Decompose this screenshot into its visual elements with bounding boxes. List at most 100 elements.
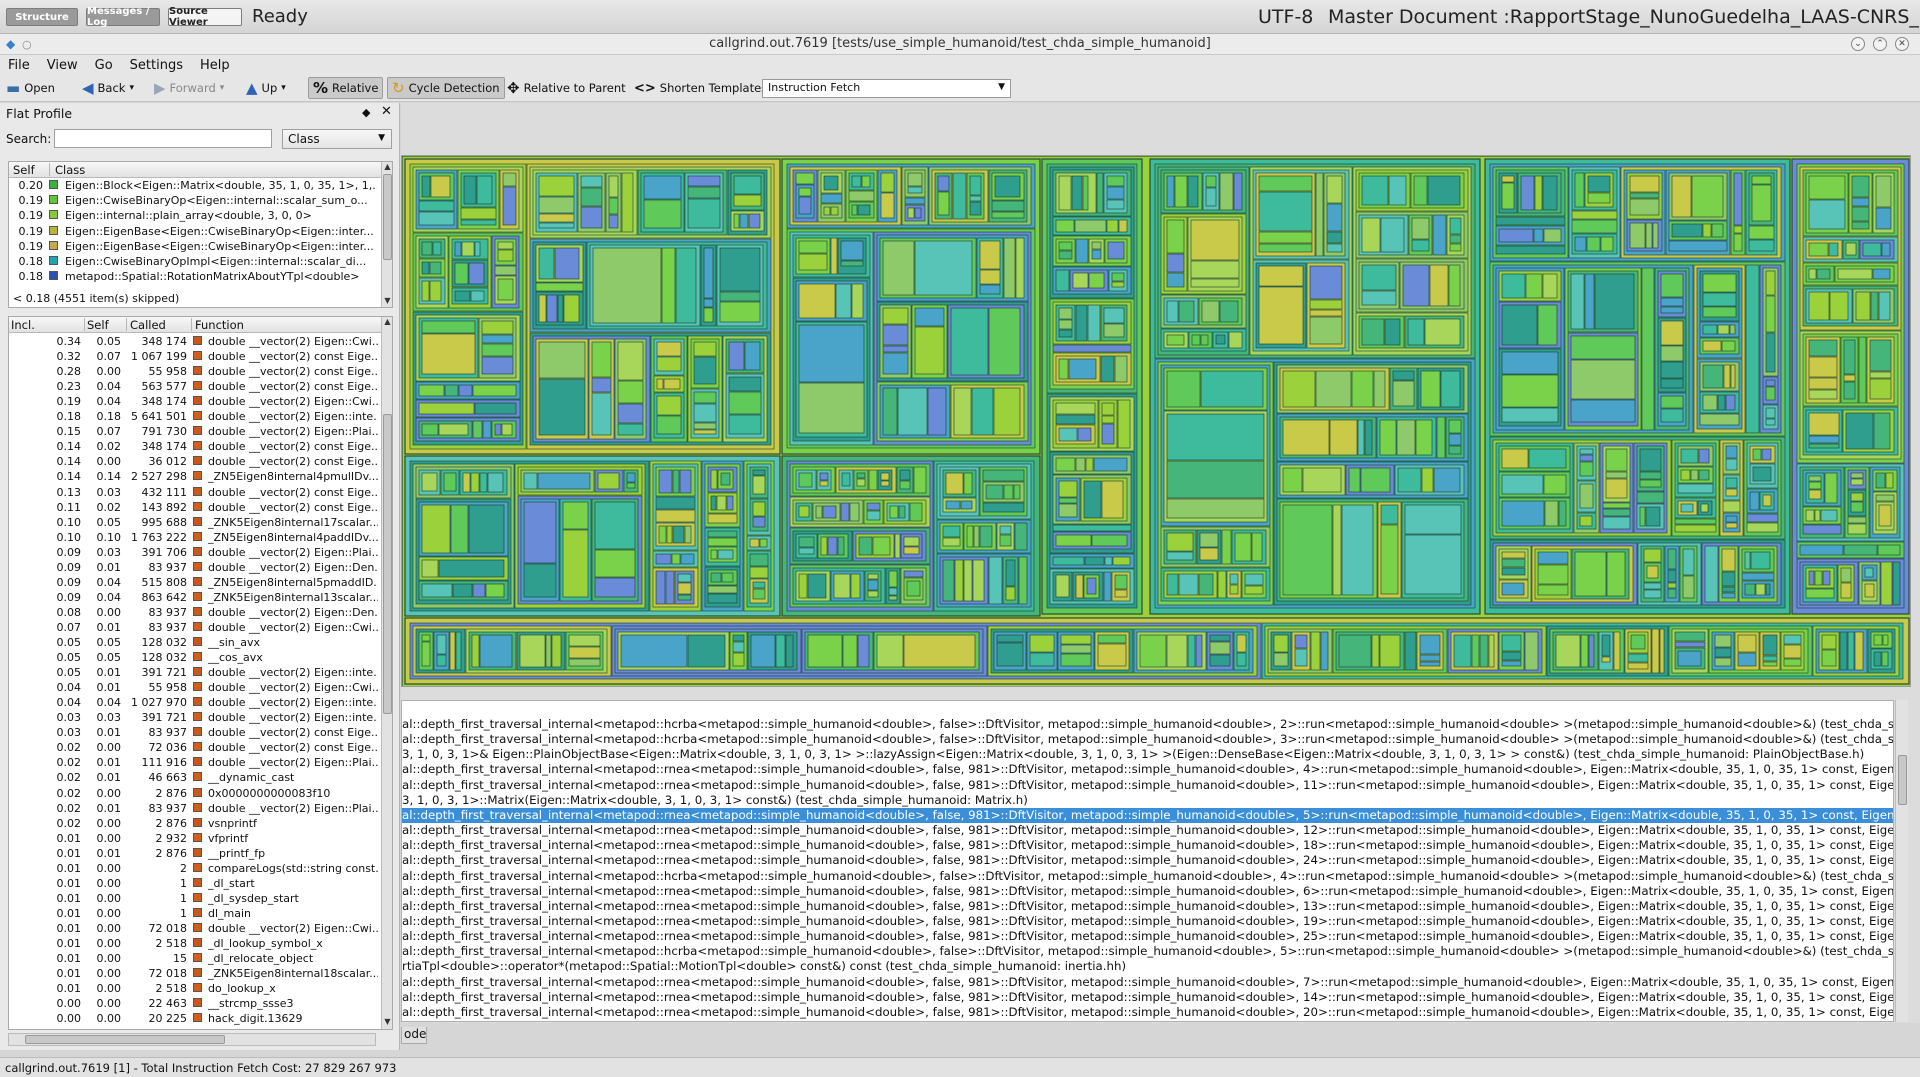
treemap-cell[interactable] [1392,370,1415,381]
treemap-cell[interactable] [656,395,682,416]
treemap-cell[interactable] [1875,207,1892,230]
treemap-cell[interactable] [1869,339,1892,372]
call-list-row[interactable]: al::depth_first_traversal_internal<metap… [402,1005,1893,1020]
treemap-cell[interactable] [485,583,505,598]
treemap-cell[interactable] [703,298,714,308]
treemap-cell[interactable] [1166,219,1185,254]
treemap-cell[interactable] [501,423,513,436]
treemap-cell[interactable] [1191,334,1201,346]
treemap-cell[interactable] [474,402,517,415]
treemap-cell[interactable] [1348,467,1361,493]
treemap-cell[interactable] [909,502,923,522]
treemap-cell[interactable] [982,469,1025,482]
treemap-cell[interactable] [952,172,967,220]
treemap-cell[interactable] [655,570,666,605]
treemap-cell[interactable] [894,533,901,559]
treemap-cell[interactable] [1384,318,1401,346]
treemap-cell[interactable] [1869,378,1892,400]
treemap-cell[interactable] [1808,475,1822,482]
treemap-cell[interactable] [661,247,676,324]
treemap-cell[interactable] [1843,544,1878,556]
treemap-cell[interactable] [1251,532,1263,562]
treemap-cell[interactable] [1877,544,1901,556]
treemap-cell[interactable] [1402,264,1430,307]
treemap-cell[interactable] [857,204,871,216]
treemap-cell[interactable] [471,634,480,668]
treemap-cell[interactable] [538,213,575,223]
treemap-cell[interactable] [1641,267,1655,431]
treemap-cell[interactable] [1725,522,1738,529]
treemap-cell[interactable] [1360,467,1391,493]
treemap-cell[interactable] [954,559,964,602]
treemap-cell[interactable] [1854,631,1864,671]
call-list-row[interactable]: al::depth_first_traversal_internal<metap… [402,807,1893,823]
treemap-cell[interactable] [1055,457,1076,472]
treemap-cell[interactable] [1199,532,1219,548]
treemap-cell[interactable] [1379,419,1397,456]
treemap-cell[interactable] [479,472,488,493]
treemap-cell[interactable] [1808,443,1840,449]
treemap-cell[interactable] [914,307,945,327]
treemap-cell[interactable] [994,175,1021,198]
treemap-cell[interactable] [827,536,838,556]
treemap-cell[interactable] [1234,532,1252,562]
call-list-row[interactable]: al::depth_first_traversal_internal<metap… [402,853,1893,868]
treemap-cell[interactable] [1651,628,1660,674]
treemap-cell[interactable] [1236,652,1247,667]
function-row[interactable]: 0.04 0.01 55 958 double __vector(2) Eigen::… [9,682,392,694]
treemap-cell[interactable] [1808,356,1838,378]
treemap-cell[interactable] [1667,582,1677,589]
treemap-cell[interactable] [418,402,475,415]
treemap-cell[interactable] [1864,583,1875,598]
treemap-cell[interactable] [1178,300,1195,323]
treemap-cell[interactable] [421,583,453,598]
function-row[interactable]: 0.10 0.10 1 763 222 _ZN5Eigen8internal4padd… [9,531,392,544]
treemap-cell[interactable] [1166,175,1175,208]
treemap-cell[interactable] [840,260,864,267]
treemap-cell[interactable] [1602,502,1631,509]
treemap-cell[interactable] [677,582,692,595]
treemap-cell[interactable] [866,502,881,511]
treemap-cell[interactable] [1118,219,1128,233]
treemap-cell[interactable] [1413,175,1428,206]
treemap-cell[interactable] [1029,634,1055,653]
treemap-cell[interactable] [1209,641,1231,655]
treemap-cell[interactable] [421,559,439,578]
treemap-cell[interactable] [1862,242,1882,257]
treemap-cell[interactable] [1537,564,1569,585]
treemap-cell[interactable] [1190,260,1240,279]
treemap-cell[interactable] [857,634,870,668]
treemap-cell[interactable] [1258,231,1313,244]
treemap-cell[interactable] [444,384,459,397]
treemap-cell[interactable] [1660,320,1684,346]
treemap-cell[interactable] [1851,197,1870,207]
treemap-cell[interactable] [1555,634,1581,668]
group-list[interactable]: Self Class 0.20 Eigen::Block<Eigen::Matri… [8,161,393,308]
treemap-cell[interactable] [1721,340,1736,352]
treemap-cell[interactable] [1380,217,1405,253]
treemap-cell[interactable] [421,423,439,436]
function-row[interactable]: 0.05 0.01 391 721 double __vector(2) Eigen:… [9,667,392,679]
treemap-cell[interactable] [979,240,1001,270]
treemap-cell[interactable] [551,634,562,668]
treemap-cell[interactable] [1820,509,1838,522]
function-row[interactable]: 0.02 0.01 111 916 double __vector(2) Eigen:… [9,757,392,769]
treemap-cell[interactable] [523,472,538,490]
treemap-cell[interactable] [1629,192,1660,199]
function-row[interactable]: 0.05 0.05 128 032 __cos_avx [9,652,392,664]
treemap-cell[interactable] [1639,506,1646,527]
column-header-self[interactable]: Self [13,163,35,177]
event-type-select[interactable]: Instruction Fetch ▼ [762,79,1011,98]
treemap-cell[interactable] [1843,339,1856,375]
call-list-row[interactable]: al::depth_first_traversal_internal<metap… [402,899,1893,914]
treemap-cell[interactable] [1660,395,1684,409]
treemap-cell[interactable] [1498,228,1534,243]
treemap-cell[interactable] [1748,225,1775,240]
treemap-cell[interactable] [1117,399,1131,449]
treemap-cell[interactable] [1721,586,1736,593]
grouping-select[interactable]: Class ▼ [282,129,392,149]
treemap-cell[interactable] [679,469,692,494]
treemap-cell[interactable] [914,326,945,375]
treemap-cell[interactable] [591,377,612,393]
function-row[interactable]: 0.09 0.04 515 808 _ZN5Eigen8internal5pmaddI… [9,576,392,589]
